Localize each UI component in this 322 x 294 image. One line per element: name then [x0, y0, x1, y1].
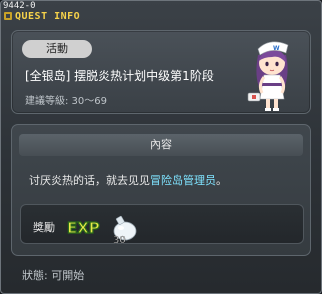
- quest-status: 狀態: 可開始: [22, 269, 85, 282]
- quest-content-panel: 內容 讨厌炎热的话，就去见见冒险岛管理员。 獎勵 EXP 30: [11, 124, 311, 256]
- description-text: 讨厌炎热的话，就去见见: [29, 174, 150, 187]
- reward-box: 獎勵 EXP 30: [20, 204, 304, 245]
- npc-link[interactable]: 冒险岛管理员: [150, 174, 216, 187]
- npc-nurse-icon: W: [247, 41, 289, 111]
- exp-text: EXP: [67, 219, 100, 237]
- quest-info-window: 9442-0 QUEST INFO 活動 [全银岛] 摆脱炎热计划中级第1阶段 …: [0, 0, 322, 294]
- quest-summary-panel: 活動 [全银岛] 摆脱炎热计划中级第1阶段 建議等級: 30～69 W: [11, 30, 311, 114]
- reward-label: 獎勵: [33, 221, 55, 234]
- window-title: QUEST INFO: [15, 11, 81, 22]
- exp-reward-icon[interactable]: EXP 30: [65, 211, 145, 245]
- recommended-level: 建議等級: 30～69: [25, 96, 107, 107]
- description-end: 。: [216, 174, 227, 187]
- quest-type-badge: 活動: [22, 40, 92, 58]
- quest-title-icon: [4, 12, 12, 20]
- svg-text:W: W: [273, 45, 280, 52]
- content-header: 內容: [19, 134, 303, 156]
- reward-amount: 30: [113, 235, 126, 245]
- quest-description: 讨厌炎热的话，就去见见冒险岛管理员。: [29, 172, 227, 188]
- quest-id: 9442-0: [3, 1, 36, 11]
- quest-name: [全银岛] 摆脱炎热计划中级第1阶段: [25, 69, 214, 83]
